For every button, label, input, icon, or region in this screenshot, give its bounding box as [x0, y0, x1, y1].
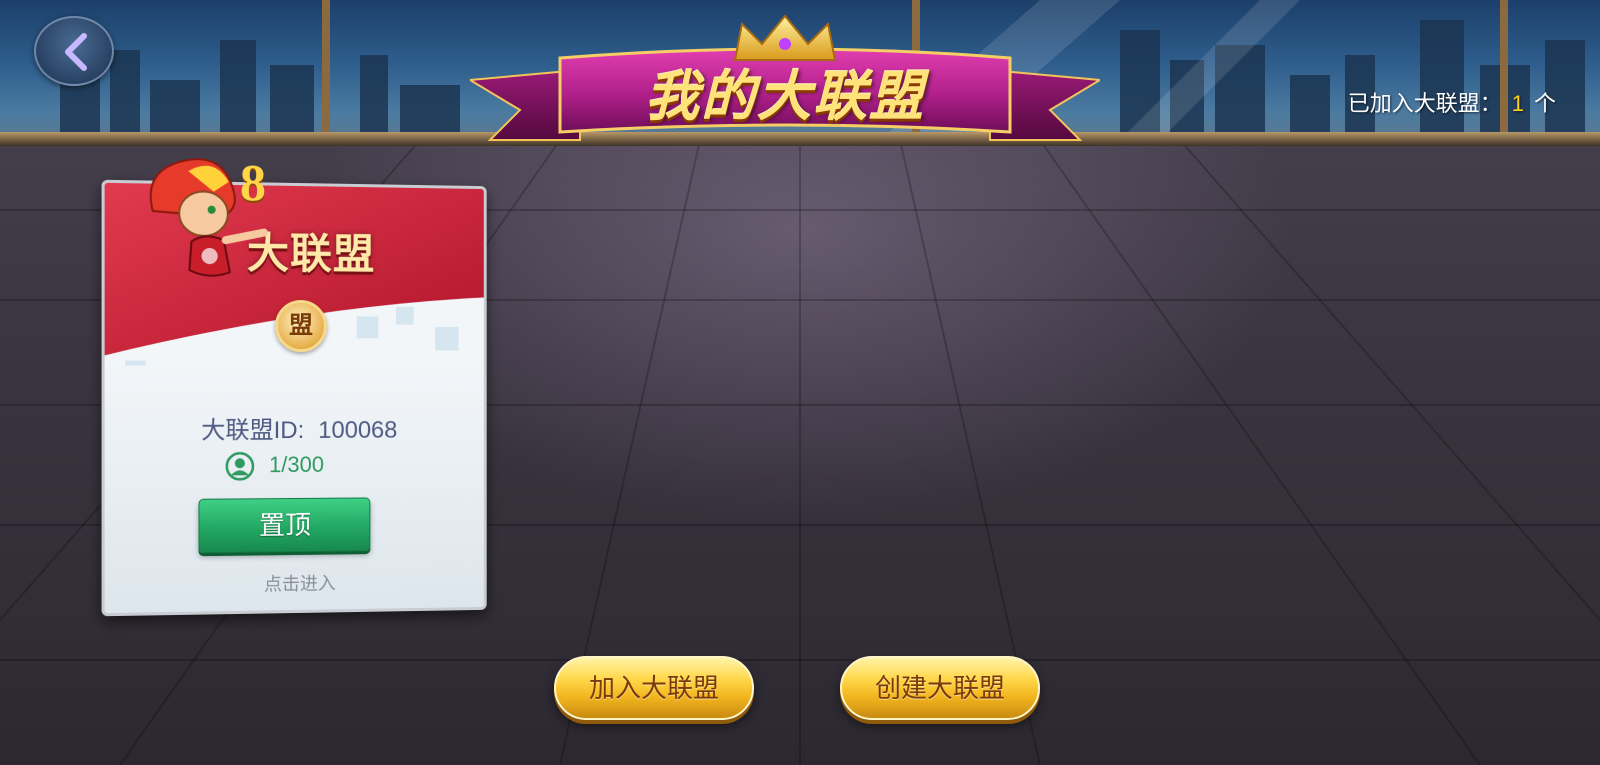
joined-unit: 个 [1533, 91, 1556, 116]
joined-alliance-count: 已加入大联盟： 1 个 [1348, 88, 1556, 120]
alliance-card[interactable]: 大联盟 盟 大联盟ID: 100068 1/300 置顶 点击进入 8 [101, 180, 487, 617]
joined-value: 1 [1511, 91, 1524, 116]
chevron-left-icon [65, 33, 87, 71]
crown-icon [733, 14, 837, 61]
member-count: 1/300 [225, 450, 324, 481]
member-count-value: 1/300 [269, 451, 324, 478]
click-to-enter-hint: 点击进入 [263, 573, 336, 595]
alliance-id-value: 100068 [318, 416, 398, 444]
pin-to-top-button[interactable]: 置顶 [198, 497, 371, 554]
create-alliance-button[interactable]: 创建大联盟 [840, 656, 1040, 720]
join-alliance-button[interactable]: 加入大联盟 [554, 656, 754, 720]
user-icon [225, 451, 255, 481]
alliance-id-label: 大联盟ID: [201, 416, 305, 445]
joined-label: 已加入大联盟： [1347, 91, 1502, 116]
title-banner: 我的大联盟 [466, 10, 1104, 150]
alliance-id: 大联盟ID: 100068 [105, 410, 487, 446]
alliance-medal-badge: 盟 [275, 299, 327, 353]
page-title: 我的大联盟 [645, 67, 925, 127]
back-button[interactable] [34, 16, 114, 86]
number-badge: 8 [239, 154, 267, 213]
